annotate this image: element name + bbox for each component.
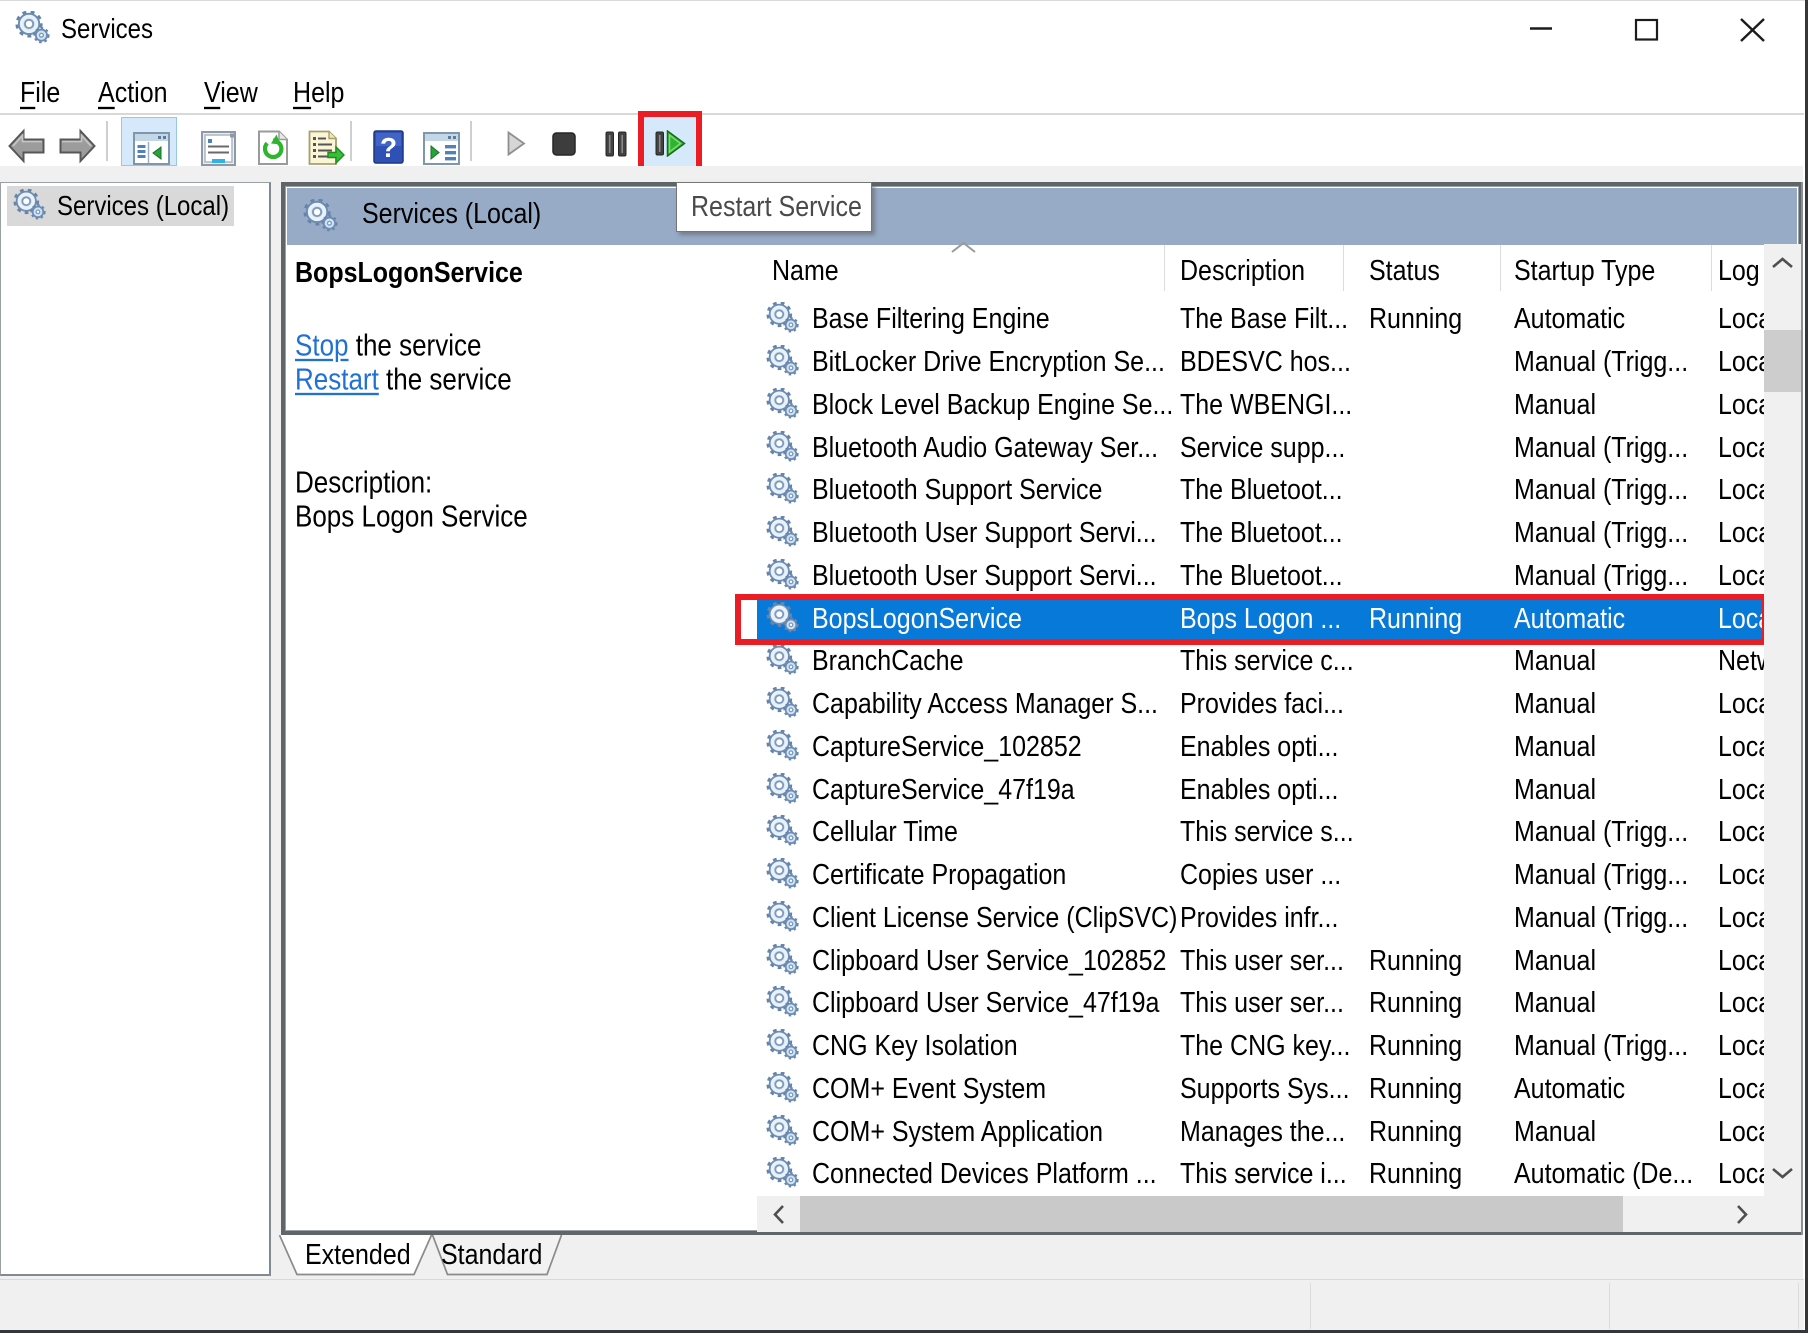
svg-text:?: ? [380, 132, 397, 163]
